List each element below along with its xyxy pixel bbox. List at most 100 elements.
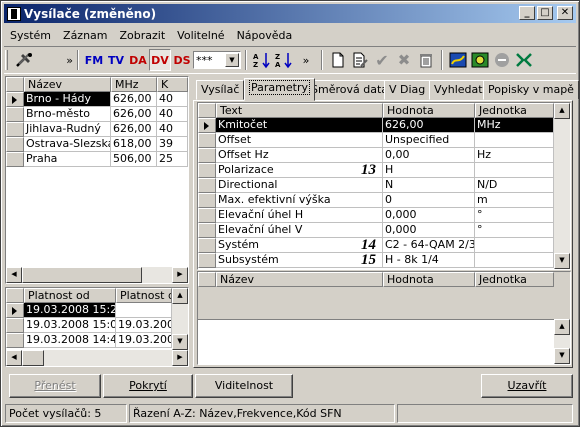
stop-icon[interactable] — [491, 49, 513, 71]
param-text-cell[interactable]: Systém — [216, 238, 383, 253]
row-indicator[interactable] — [198, 118, 216, 133]
pokryti-button[interactable]: Pokrytí — [103, 374, 193, 398]
band-da-toggle[interactable]: DA — [127, 49, 149, 71]
minimize-button[interactable]: _ — [519, 6, 535, 20]
toolbar-overflow[interactable]: » — [295, 49, 317, 71]
transmitter-channel-cell[interactable]: 25 — [157, 152, 188, 167]
row-indicator[interactable] — [198, 193, 216, 208]
param-value-cell[interactable]: H — [383, 163, 475, 178]
tools-icon[interactable] — [11, 49, 37, 71]
filter-combo[interactable]: *** ▼ — [193, 51, 241, 69]
transmitter-mhz-cell[interactable]: 626,00 — [111, 122, 157, 137]
valid-from-cell[interactable]: 19.03.2008 15:02 — [24, 318, 116, 333]
column-header[interactable]: Jednotka — [475, 103, 554, 118]
param-value-cell[interactable]: N — [383, 178, 475, 193]
tab-v-diag[interactable]: V Diag — [384, 80, 431, 100]
param-unit-cell[interactable] — [475, 133, 554, 148]
param-text-cell[interactable]: Polarizace — [216, 163, 383, 178]
uzavrit-button[interactable]: Uzavřít — [481, 374, 573, 398]
prenest-button[interactable]: Přenést — [9, 374, 101, 398]
param-unit-cell[interactable]: MHz — [475, 118, 554, 133]
param-unit-cell[interactable] — [475, 238, 554, 253]
band-dv-toggle[interactable]: DV — [149, 49, 171, 71]
param-value-cell[interactable]: C2 - 64-QAM 2/3 — [383, 238, 475, 253]
column-header[interactable]: Platnost do — [116, 288, 172, 303]
edit-record-icon[interactable] — [349, 49, 371, 71]
row-indicator[interactable] — [198, 148, 216, 163]
param-unit-cell[interactable]: ° — [475, 208, 554, 223]
scroll-up-button[interactable]: ▲ — [554, 103, 570, 119]
param-value-cell[interactable]: Unspecified — [383, 133, 475, 148]
transmitter-name-cell[interactable]: Ostrava-Slezská — [24, 137, 111, 152]
transmitter-channel-cell[interactable]: 40 — [157, 107, 188, 122]
band-ds-toggle[interactable]: DS — [171, 49, 193, 71]
tab-vyhledat[interactable]: Vyhledat — [429, 80, 488, 100]
param-text-cell[interactable]: Max. efektivní výška — [216, 193, 383, 208]
scroll-down-button[interactable]: ▼ — [554, 253, 570, 269]
column-header[interactable]: Hodnota — [383, 103, 475, 118]
column-header[interactable]: K — [157, 77, 188, 92]
validity-vscroll[interactable]: ▲ ▼ — [172, 288, 188, 350]
transmitter-mhz-cell[interactable]: 618,00 — [111, 137, 157, 152]
valid-from-cell[interactable]: 19.03.2008 15:22 — [24, 303, 116, 318]
column-header[interactable]: Název — [216, 272, 383, 287]
row-indicator[interactable] — [198, 253, 216, 268]
menu-napoveda[interactable]: Nápověda — [231, 29, 299, 42]
menu-system[interactable]: Systém — [4, 29, 57, 42]
trash-icon[interactable] — [415, 49, 437, 71]
menu-volitelne[interactable]: Volitelné — [171, 29, 230, 42]
param-text-cell[interactable]: Kmitočet — [216, 118, 383, 133]
column-header[interactable]: Název — [24, 77, 111, 92]
param-unit-cell[interactable]: ° — [475, 223, 554, 238]
scroll-right-button[interactable]: ▶ — [172, 267, 188, 283]
param-text-cell[interactable]: Directional — [216, 178, 383, 193]
coverage-map-icon[interactable] — [469, 49, 491, 71]
map-icon[interactable] — [447, 49, 469, 71]
scroll-up-button[interactable]: ▲ — [554, 319, 570, 335]
sort-za-icon[interactable]: ZA — [273, 49, 295, 71]
scroll-left-button[interactable]: ◀ — [6, 350, 22, 366]
transmitter-name-cell[interactable]: Praha — [24, 152, 111, 167]
param-unit-cell[interactable] — [475, 253, 554, 268]
column-header[interactable]: Jednotka — [475, 272, 554, 287]
chevron-down-icon[interactable]: ▼ — [225, 53, 239, 67]
toolbar-overflow[interactable]: » — [37, 49, 73, 71]
tab-popisky-v-mape[interactable]: Popisky v mapě — [483, 80, 579, 100]
param-value-cell[interactable]: 0,000 — [383, 223, 475, 238]
row-indicator[interactable] — [198, 178, 216, 193]
scroll-thumb[interactable] — [22, 267, 142, 283]
row-indicator[interactable] — [198, 208, 216, 223]
sub-grid-vscroll[interactable]: ▲ ▼ — [554, 319, 570, 364]
row-indicator[interactable] — [6, 152, 24, 167]
confirm-check-icon[interactable]: ✔ — [371, 49, 393, 71]
scroll-thumb[interactable] — [22, 350, 44, 366]
row-indicator[interactable] — [6, 137, 24, 152]
param-unit-cell[interactable] — [475, 163, 554, 178]
transmitter-mhz-cell[interactable]: 626,00 — [111, 107, 157, 122]
transmitter-channel-cell[interactable]: 40 — [157, 122, 188, 137]
band-fm-toggle[interactable]: FM — [83, 49, 105, 71]
toolbar-grip[interactable] — [5, 50, 8, 70]
menu-zaznam[interactable]: Záznam — [57, 29, 113, 42]
scroll-left-button[interactable]: ◀ — [6, 267, 22, 283]
param-value-cell[interactable]: 0,000 — [383, 208, 475, 223]
row-indicator[interactable] — [6, 303, 24, 318]
close-button[interactable]: ✕ — [557, 6, 573, 20]
transmitter-name-cell[interactable]: Brno - Hády — [24, 92, 111, 107]
row-indicator[interactable] — [6, 318, 24, 333]
valid-from-cell[interactable]: 19.03.2008 14:43 — [24, 333, 116, 348]
band-tv-toggle[interactable]: TV — [105, 49, 127, 71]
param-text-cell[interactable]: Offset — [216, 133, 383, 148]
scroll-right-button[interactable]: ▶ — [172, 350, 188, 366]
row-indicator[interactable] — [6, 333, 24, 348]
transmitter-channel-cell[interactable]: 39 — [157, 137, 188, 152]
param-value-cell[interactable]: 0,00 — [383, 148, 475, 163]
column-header[interactable]: Platnost od — [24, 288, 116, 303]
row-indicator[interactable] — [6, 122, 24, 137]
param-value-cell[interactable]: 626,00 — [383, 118, 475, 133]
transmitter-mhz-cell[interactable]: 626,00 — [111, 92, 157, 107]
tab-smerova-data[interactable]: Směrová data — [306, 80, 393, 100]
new-record-icon[interactable] — [327, 49, 349, 71]
tab-vysilac[interactable]: Vysílač — [196, 80, 245, 100]
valid-to-cell[interactable]: 19.03.2008 — [116, 318, 172, 333]
